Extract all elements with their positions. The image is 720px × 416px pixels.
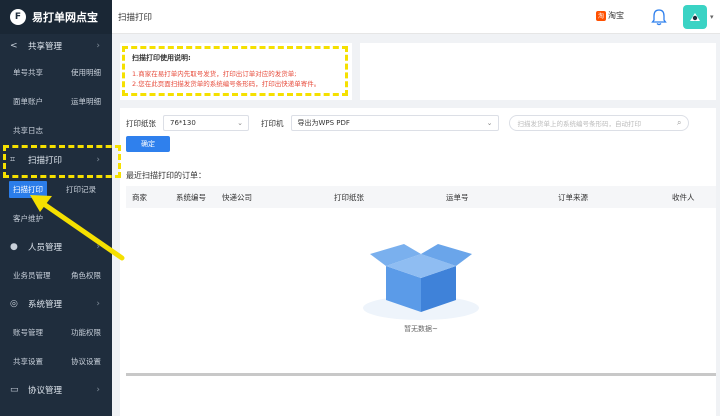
logo[interactable]: F 易打单网点宝	[0, 0, 112, 34]
paper-value: 76*130	[170, 119, 196, 127]
menu-group-label: 共享管理	[28, 42, 63, 52]
main-content: 扫描打印使用说明: 1.商家在易打单内先取号发货，打印出订单对应的发货单; 2.…	[112, 34, 720, 416]
share-icon: <	[10, 41, 18, 51]
sidebar-item-usage-detail[interactable]: 使用明细	[56, 67, 112, 78]
sidebar-item-waybill-account[interactable]: 面单账户	[0, 96, 56, 107]
sidebar-item-protocol-settings[interactable]: 协议设置	[56, 356, 112, 367]
sidebar-item-order-share[interactable]: 单号共享	[0, 67, 56, 78]
scan-placeholder: 扫描发货单上的系统编号条形码，自动打印	[517, 120, 642, 128]
sidebar-item-print-record[interactable]: 打印记录	[47, 184, 103, 195]
scan-input[interactable]: 扫描发货单上的系统编号条形码，自动打印 ⌕	[508, 115, 689, 131]
chevron-down-icon: ⌄	[237, 119, 243, 127]
empty-state: 暂无数据~	[126, 208, 716, 373]
taobao-label: 淘宝	[608, 11, 624, 20]
sidebar: F 易打单网点宝 < 共享管理 › 单号共享 使用明细 面单账户 运单明细 共享…	[0, 0, 112, 416]
scan-icon: ⌗	[10, 155, 16, 165]
instruction-line-1: 1.商家在易打单内先取号发货，打印出订单对应的发货单;	[132, 70, 297, 78]
sidebar-item-waybill-detail[interactable]: 运单明细	[56, 96, 112, 107]
sidebar-item-share-settings[interactable]: 共享设置	[0, 356, 56, 367]
avatar-icon	[690, 13, 700, 21]
doc-icon: ▭	[10, 385, 19, 395]
table-header: 商家 系统编号 快递公司 打印纸张 运单号 订单来源 收件人	[126, 186, 716, 208]
chevron-right-icon: ›	[96, 155, 100, 165]
sidebar-item-salesman[interactable]: 业务员管理	[0, 270, 56, 281]
sidebar-item-role[interactable]: 角色权限	[56, 270, 112, 281]
menu-group-scan-print[interactable]: ⌗ 扫描打印 ›	[0, 145, 112, 175]
top-header: 扫描打印 淘 淘宝 ▾	[112, 0, 720, 34]
blank-panel	[360, 43, 716, 100]
bell-icon[interactable]	[649, 7, 669, 27]
gear-icon: ◎	[10, 299, 18, 309]
print-options-row: 打印纸张 76*130 ⌄ 打印机 导出为WPS PDF ⌄ 扫描发货单上的系统…	[120, 114, 716, 132]
paper-label: 打印纸张	[126, 118, 156, 128]
instruction-note: 扫描打印使用说明: 1.商家在易打单内先取号发货，打印出订单对应的发货单; 2.…	[122, 46, 348, 96]
menu-group-share[interactable]: < 共享管理 ›	[0, 34, 112, 58]
printer-select[interactable]: 导出为WPS PDF ⌄	[290, 115, 499, 131]
chevron-right-icon: ›	[96, 385, 100, 395]
chevron-down-icon: ⌄	[486, 119, 493, 127]
user-icon: ●	[10, 242, 18, 252]
search-icon[interactable]: ⌕	[677, 118, 681, 128]
paper-select[interactable]: 76*130 ⌄	[163, 115, 249, 131]
recent-orders-label: 最近扫描打印的订单：	[126, 171, 206, 180]
column-header: 快递公司	[222, 193, 252, 202]
sidebar-item-scan-print[interactable]: 扫描打印	[9, 181, 47, 198]
sidebar-item-permission[interactable]: 功能权限	[56, 327, 112, 338]
empty-box-icon	[363, 244, 479, 320]
column-header: 运单号	[446, 193, 469, 202]
menu-group-label: 人员管理	[28, 243, 63, 253]
menu-group-label: 扫描打印	[28, 156, 63, 166]
column-header: 订单来源	[558, 193, 588, 202]
scan-print-panel: 打印纸张 76*130 ⌄ 打印机 导出为WPS PDF ⌄ 扫描发货单上的系统…	[120, 108, 716, 416]
column-header: 收件人	[672, 193, 695, 202]
chevron-down-icon[interactable]: ▾	[710, 13, 714, 21]
sidebar-item-customer[interactable]: 客户维护	[0, 213, 56, 224]
avatar[interactable]	[683, 5, 707, 29]
column-header: 系统编号	[176, 193, 206, 202]
chevron-right-icon: ›	[96, 41, 100, 51]
taobao-link[interactable]: 淘 淘宝	[596, 10, 624, 21]
sidebar-item-account[interactable]: 账号管理	[0, 327, 56, 338]
menu-group-protocol[interactable]: ▭ 协议管理 ›	[0, 376, 112, 404]
menu-group-label: 系统管理	[28, 300, 63, 310]
chevron-right-icon: ›	[96, 242, 100, 252]
taobao-icon: 淘	[596, 10, 606, 21]
printer-label: 打印机	[261, 118, 284, 128]
instruction-line-2: 2.您在此页面扫描发货单的系统编号条形码，打印出快递单寄件。	[132, 80, 321, 88]
printer-value: 导出为WPS PDF	[297, 119, 350, 127]
logo-icon: F	[10, 9, 26, 25]
column-header: 商家	[132, 193, 147, 202]
menu-group-label: 协议管理	[28, 386, 63, 396]
menu-group-staff[interactable]: ● 人员管理 ›	[0, 233, 112, 261]
chevron-right-icon: ›	[96, 299, 100, 309]
empty-text: 暂无数据~	[404, 325, 438, 333]
column-header: 打印纸张	[334, 193, 364, 202]
menu-group-system[interactable]: ◎ 系统管理 ›	[0, 290, 112, 318]
confirm-button[interactable]: 确定	[126, 136, 170, 152]
page-title: 扫描打印	[118, 12, 153, 23]
recent-orders-table: 商家 系统编号 快递公司 打印纸张 运单号 订单来源 收件人 暂无数据~	[126, 186, 716, 376]
sidebar-item-share-log[interactable]: 共享日志	[0, 125, 56, 136]
app-name: 易打单网点宝	[32, 11, 98, 24]
instruction-title: 扫描打印使用说明:	[132, 54, 191, 62]
